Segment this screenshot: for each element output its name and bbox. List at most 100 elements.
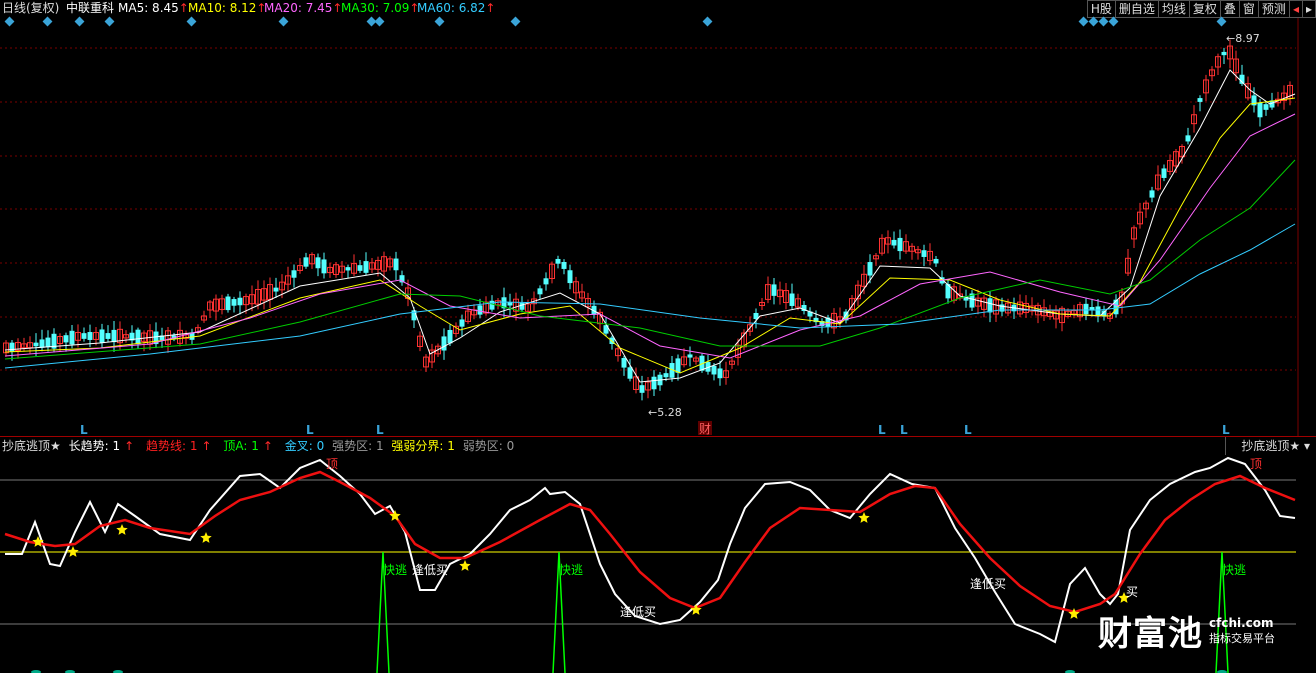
remove-watchlist-button[interactable]: 删自选 <box>1114 0 1159 18</box>
nav-left-icon[interactable]: ◂ <box>1288 0 1303 18</box>
candle-body <box>1197 98 1203 102</box>
candle-body <box>393 258 399 271</box>
candle <box>963 289 969 308</box>
window-button[interactable]: 窗 <box>1238 0 1259 18</box>
candle <box>261 280 267 310</box>
boundary-label: 强弱分界: 1 <box>391 439 455 453</box>
candle <box>645 376 651 399</box>
candle <box>459 314 465 337</box>
candle-body <box>867 262 873 276</box>
candle <box>303 252 309 269</box>
star-signal-icon <box>858 512 870 523</box>
candle <box>759 297 765 311</box>
nav-right-icon[interactable]: ▸ <box>1301 0 1316 18</box>
candle <box>681 348 687 368</box>
candle-body <box>543 278 549 285</box>
candle-body <box>273 287 279 292</box>
ma20-line <box>4 113 1296 359</box>
candle <box>543 272 549 291</box>
h-share-button[interactable]: H股 <box>1086 0 1116 18</box>
candle <box>837 307 843 328</box>
candle <box>693 355 699 365</box>
adjust-button[interactable]: 复权 <box>1188 0 1221 18</box>
candle-body <box>771 284 777 296</box>
indicator-selector-label[interactable]: 抄底逃顶★ ▾ <box>1241 438 1310 454</box>
ma60-label: MA60: 6.82↑ <box>417 1 496 15</box>
long-trend-label: 长趋势: 1 ↑ <box>68 439 135 453</box>
l-signal-marker: L <box>306 423 314 436</box>
candle <box>237 291 243 315</box>
candle <box>675 354 681 381</box>
top-signal-label: 顶 <box>326 457 338 471</box>
candle <box>1263 100 1269 116</box>
price-chart[interactable]: ←8.97 ←5.28 财 L L L L L L L <box>0 18 1316 436</box>
l-signal-marker: L <box>964 423 972 436</box>
candle <box>615 346 621 362</box>
candle <box>33 333 39 357</box>
candle-body <box>231 299 237 306</box>
buy-low-label: 逢低买 <box>970 577 1006 591</box>
strong-zone-label: 强势区: 1 <box>332 439 384 453</box>
candle-body <box>225 296 231 311</box>
candle <box>321 252 327 279</box>
candle <box>429 343 435 369</box>
ma60-line <box>4 223 1296 369</box>
candle-body <box>1149 190 1155 198</box>
star-signal-icon <box>116 524 128 535</box>
candle <box>1167 154 1173 175</box>
candle <box>441 328 447 360</box>
candle-body <box>1263 104 1269 110</box>
candle-body <box>987 298 993 313</box>
fast-escape-label: 快逃 <box>1222 563 1246 577</box>
candle <box>1095 299 1101 323</box>
candle <box>507 293 513 316</box>
overlay-button[interactable]: 叠 <box>1219 0 1240 18</box>
ma-button[interactable]: 均线 <box>1157 0 1190 18</box>
ma20-label: MA20: 7.45↑ <box>264 1 343 15</box>
candle <box>537 285 543 299</box>
candle <box>771 277 777 305</box>
candle <box>339 260 345 279</box>
candle <box>861 265 867 295</box>
l-signal-marker: L <box>900 423 908 436</box>
candle <box>285 266 291 292</box>
pane-divider <box>0 436 1316 437</box>
ma5-label: MA5: 8.45↑ <box>118 1 189 15</box>
candle-body <box>933 258 939 264</box>
candle <box>909 243 915 260</box>
candle <box>99 323 105 349</box>
candle <box>1185 127 1191 145</box>
candle-body <box>555 258 561 264</box>
candle <box>3 340 9 357</box>
brand-watermark: 财富池 cfchi.com 指标交易平台 <box>1098 606 1275 655</box>
candle <box>855 280 861 306</box>
candle-body <box>45 337 51 348</box>
candle <box>345 264 351 279</box>
candle-body <box>561 261 567 269</box>
forecast-button[interactable]: 预测 <box>1257 0 1290 18</box>
candle <box>573 276 579 301</box>
candle-body <box>1257 102 1263 118</box>
candle <box>357 260 363 274</box>
candle-body <box>687 354 693 358</box>
brand-tagline: 指标交易平台 <box>1209 631 1275 645</box>
candle <box>333 262 339 278</box>
trend-line <box>4 470 1296 614</box>
candle <box>1221 47 1227 65</box>
fast-escape-label: 快逃 <box>559 563 583 577</box>
candle <box>555 255 561 269</box>
golden-cross-label: 金叉: 0 <box>284 439 325 453</box>
indicator-name[interactable]: 抄底逃顶★ <box>2 439 61 453</box>
candle-body <box>1221 51 1227 56</box>
candle <box>1215 53 1221 76</box>
candle <box>327 262 333 278</box>
stock-name: 中联重科 <box>66 1 115 15</box>
candle <box>903 234 909 254</box>
trend-line-label: 趋势线: 1 ↑ <box>145 439 212 453</box>
candle <box>579 283 585 303</box>
candle <box>1137 202 1143 229</box>
candle <box>123 330 129 343</box>
candle <box>879 234 885 256</box>
period-label[interactable]: 日线(复权) <box>2 1 59 16</box>
candle <box>885 230 891 254</box>
